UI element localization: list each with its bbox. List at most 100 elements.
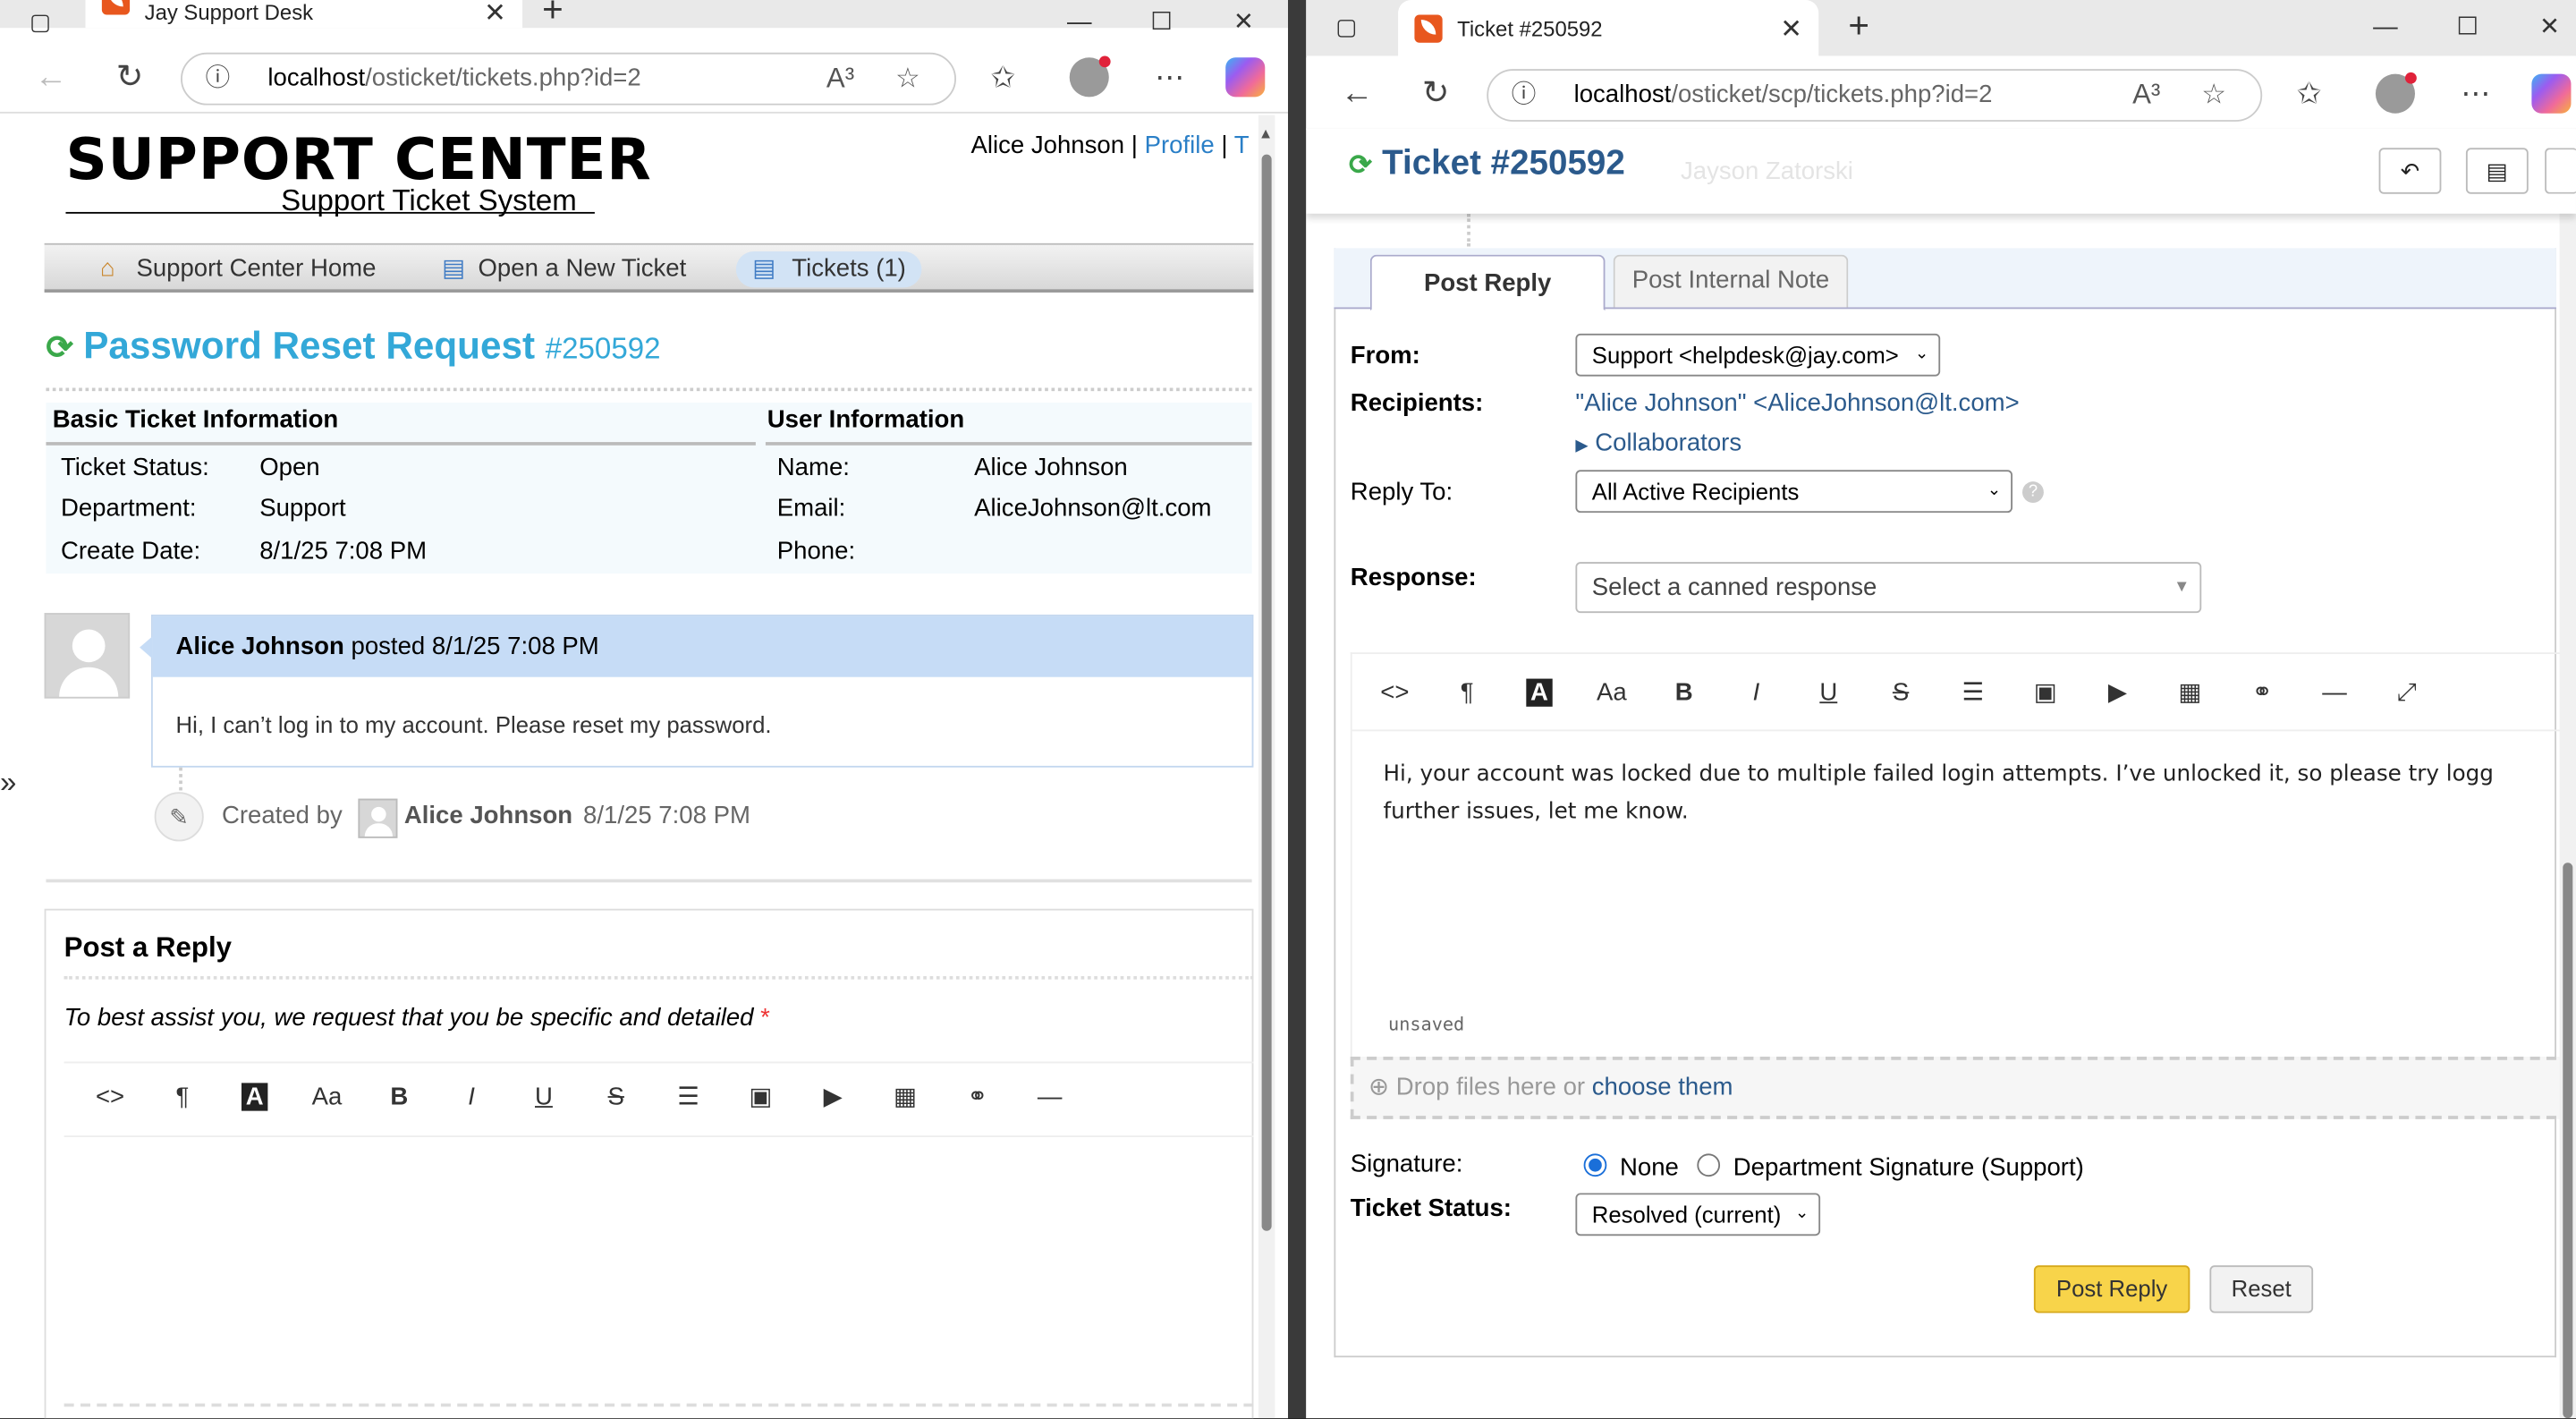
tab-post-reply[interactable]: Post Reply [1369, 254, 1606, 311]
read-aloud-icon[interactable]: A³ [826, 55, 854, 104]
favorite-star-icon[interactable]: ☆ [2201, 71, 2226, 120]
recipients-link[interactable]: "Alice Johnson" <AliceJohnson@lt.com> [1575, 389, 2019, 417]
new-tab-icon[interactable]: + [542, 0, 564, 31]
link-icon[interactable]: ⚭ [2226, 677, 2299, 707]
reload-icon[interactable]: ↻ [1411, 57, 1461, 130]
table-icon[interactable]: ▦ [869, 1082, 942, 1110]
text-color-icon[interactable]: A [218, 1082, 291, 1110]
list-icon[interactable]: ☰ [1937, 677, 2010, 707]
reset-button[interactable]: Reset [2209, 1265, 2314, 1313]
profile-link[interactable]: Profile [1145, 132, 1215, 159]
close-tab-icon[interactable]: ✕ [1780, 13, 1802, 47]
scroll-thumb[interactable] [2563, 862, 2573, 1419]
reply-editor[interactable]: Hi, your account was locked due to multi… [1384, 756, 2566, 831]
code-view-icon[interactable]: <> [74, 1082, 147, 1109]
left-reply-editor[interactable] [64, 1139, 1254, 1418]
signature-none-radio[interactable] [1583, 1153, 1607, 1177]
close-window-icon[interactable]: ✕ [2509, 0, 2576, 55]
read-aloud-icon[interactable]: A³ [2132, 71, 2160, 120]
favorites-icon[interactable]: ✩ [2297, 57, 2322, 130]
print-icon[interactable]: ▤ [2465, 148, 2529, 194]
strikethrough-icon[interactable]: S [580, 1082, 652, 1109]
nav-tickets[interactable]: ▤ Tickets (1) [735, 251, 923, 288]
paragraph-icon[interactable]: ¶ [146, 1082, 218, 1109]
refresh-icon[interactable]: ⟳ [46, 330, 73, 366]
table-icon[interactable]: ▦ [2154, 677, 2226, 707]
tab-actions-icon[interactable]: ▢ [1335, 13, 1357, 41]
nav-open-new-ticket[interactable]: ▤ Open a New Ticket [442, 251, 686, 287]
copilot-icon[interactable] [1225, 57, 1266, 98]
scroll-up-icon[interactable]: ▲ [1258, 125, 1273, 141]
signature-label: Signature: [1350, 1150, 1463, 1178]
reply-arrow-icon[interactable]: ↶ [2378, 148, 2442, 194]
image-icon[interactable]: ▣ [2009, 677, 2081, 707]
font-size-icon[interactable]: Aa [1575, 678, 1648, 706]
right-page-scrollbar[interactable] [2559, 131, 2576, 1419]
horizontal-rule-icon[interactable]: — [1013, 1082, 1086, 1109]
right-address-bar[interactable]: ⓘ localhost/osticket/scp/tickets.php?id=… [1487, 69, 2263, 122]
back-icon[interactable]: ← [26, 41, 75, 114]
fullscreen-icon[interactable]: ⤢ [2370, 678, 2443, 706]
scroll-thumb[interactable] [1261, 154, 1272, 1231]
copilot-icon[interactable] [2531, 73, 2572, 114]
paragraph-icon[interactable]: ¶ [1431, 678, 1504, 706]
bold-icon[interactable]: B [1648, 678, 1720, 706]
back-icon[interactable]: ← [1333, 57, 1382, 130]
video-icon[interactable]: ▶ [2081, 677, 2154, 707]
favorites-icon[interactable]: ✩ [991, 41, 1016, 114]
site-info-icon[interactable]: ⓘ [206, 55, 231, 104]
video-icon[interactable]: ▶ [797, 1082, 869, 1110]
maximize-icon[interactable]: ☐ [2427, 0, 2509, 55]
ticket-subject[interactable]: Password Reset Request [83, 324, 535, 367]
from-value: Support <helpdesk@jay.com> [1591, 342, 1899, 369]
more-actions-button[interactable] [2545, 148, 2576, 194]
new-ticket-icon: ▤ [442, 254, 466, 283]
left-page-scrollbar[interactable]: ▲ [1258, 115, 1275, 1419]
reply-to-select[interactable]: All Active Recipients ⌄ [1575, 470, 2012, 514]
nav-support-center-home[interactable]: ⌂ Support Center Home [100, 251, 376, 287]
profile-avatar-icon[interactable] [1069, 55, 1111, 98]
code-view-icon[interactable]: <> [1359, 678, 1431, 706]
more-menu-icon[interactable]: ⋯ [1155, 41, 1184, 114]
signature-department-radio[interactable] [1697, 1153, 1721, 1177]
choose-files-link[interactable]: choose them [1592, 1073, 1733, 1100]
from-select[interactable]: Support <helpdesk@jay.com> ⌄ [1575, 333, 1941, 377]
reload-icon[interactable]: ↻ [106, 41, 155, 114]
horizontal-rule-icon[interactable]: — [2299, 678, 2371, 706]
separator: | [1221, 131, 1228, 160]
more-menu-icon[interactable]: ⋯ [2461, 57, 2490, 130]
italic-icon[interactable]: I [1720, 678, 1792, 706]
post-reply-button[interactable]: Post Reply [2033, 1265, 2190, 1313]
font-size-icon[interactable]: Aa [291, 1082, 363, 1109]
profile-avatar-icon[interactable] [2375, 72, 2417, 114]
italic-icon[interactable]: I [436, 1082, 508, 1109]
tab-post-internal-note[interactable]: Post Internal Note [1613, 254, 1849, 308]
help-icon[interactable]: ? [2022, 481, 2044, 504]
left-address-bar[interactable]: ⓘ localhost/osticket/tickets.php?id=2 A³… [181, 52, 956, 106]
image-icon[interactable]: ▣ [724, 1082, 797, 1110]
list-icon[interactable]: ☰ [652, 1082, 724, 1110]
ticket-status-select[interactable]: Resolved (current) ⌄ [1575, 1193, 1821, 1236]
ticket-title[interactable]: Ticket #250592 [1382, 145, 1625, 183]
bold-icon[interactable]: B [363, 1082, 436, 1109]
left-tab-jay-support-desk[interactable]: Jay Support Desk ✕ [85, 0, 523, 30]
underline-icon[interactable]: U [1792, 678, 1865, 706]
refresh-icon[interactable]: ⟳ [1349, 149, 1372, 181]
tab-actions-icon[interactable]: ▢ [30, 8, 51, 36]
link-icon[interactable]: ⚭ [941, 1082, 1013, 1110]
new-tab-icon[interactable]: + [1848, 5, 1869, 48]
text-color-icon[interactable]: A [1504, 677, 1576, 706]
close-tab-icon[interactable]: ✕ [484, 0, 506, 30]
favorite-star-icon[interactable]: ☆ [895, 55, 920, 104]
osticket-favicon [101, 0, 131, 15]
collapse-panel-icon[interactable]: » [0, 765, 33, 805]
underline-icon[interactable]: U [508, 1082, 580, 1109]
right-tab-ticket[interactable]: Ticket #250592 ✕ [1398, 0, 1819, 56]
strikethrough-icon[interactable]: S [1865, 678, 1937, 706]
canned-response-select[interactable]: Select a canned response ▼ [1575, 562, 2202, 614]
site-info-icon[interactable]: ⓘ [1512, 71, 1537, 120]
file-drop-zone[interactable]: ⊕ Drop files here or choose them [1350, 1057, 2573, 1119]
tickets-link[interactable]: T [1234, 132, 1250, 159]
collaborators-toggle[interactable]: ▶ Collaborators [1575, 429, 1741, 456]
minimize-icon[interactable]: — [2344, 0, 2427, 55]
